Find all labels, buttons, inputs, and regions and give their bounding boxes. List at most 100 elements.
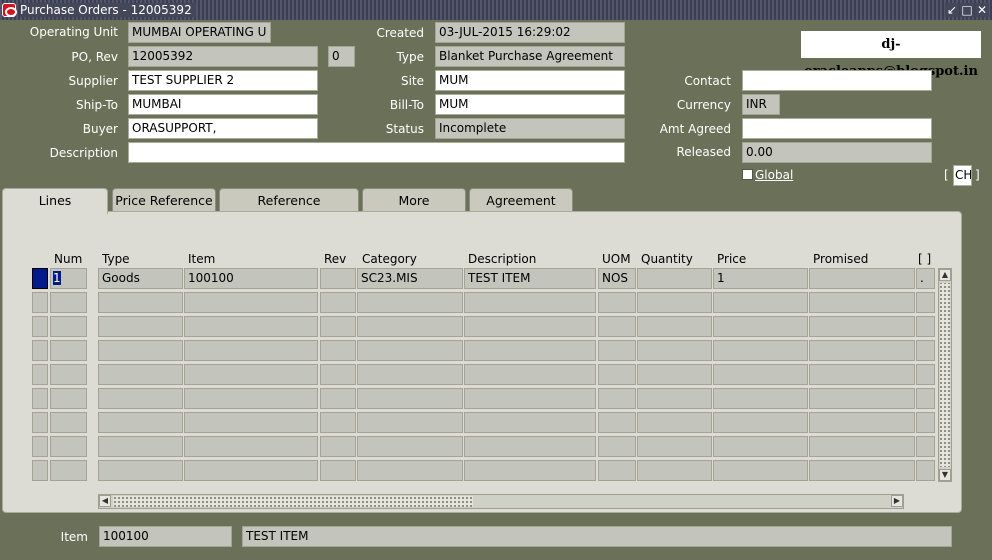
empty-cell[interactable] [916,436,935,457]
empty-cell[interactable] [184,364,318,385]
empty-cell[interactable] [98,388,183,409]
footer-item-field[interactable]: 100100 [99,526,232,547]
empty-cell[interactable] [598,316,636,337]
status-field[interactable]: Incomplete [435,118,625,139]
empty-cell[interactable] [598,436,636,457]
scroll-left-icon[interactable]: ◀ [99,495,111,507]
empty-cell[interactable] [598,292,636,313]
empty-cell[interactable] [320,292,356,313]
empty-cell[interactable] [50,436,87,457]
empty-cell[interactable] [809,340,915,361]
empty-cell[interactable] [184,412,318,433]
po-number-field[interactable]: 12005392 [128,46,318,67]
empty-cell[interactable] [809,364,915,385]
empty-cell[interactable] [713,292,808,313]
empty-cell[interactable] [98,364,183,385]
row-selector[interactable] [32,340,48,361]
row-selector[interactable] [32,460,48,481]
bill-to-field[interactable]: MUM [435,94,625,115]
empty-cell[interactable] [50,460,87,481]
empty-cell[interactable] [50,412,87,433]
empty-cell[interactable] [464,460,596,481]
released-field[interactable]: 0.00 [742,142,932,163]
empty-cell[interactable] [598,460,636,481]
cell-item[interactable]: 100100 [184,268,318,289]
horizontal-scroll-thumb[interactable] [113,496,473,507]
empty-cell[interactable] [916,316,935,337]
empty-cell[interactable] [916,412,935,433]
empty-cell[interactable] [357,364,463,385]
cell-description[interactable]: TEST ITEM [464,268,596,289]
row-selector[interactable] [32,364,48,385]
empty-cell[interactable] [464,436,596,457]
created-field[interactable]: 03-JUL-2015 16:29:02 [435,22,625,43]
site-field[interactable]: MUM [435,70,625,91]
empty-cell[interactable] [184,292,318,313]
empty-cell[interactable] [50,292,87,313]
empty-cell[interactable] [50,316,87,337]
empty-cell[interactable] [809,412,915,433]
empty-cell[interactable] [809,388,915,409]
empty-cell[interactable] [598,364,636,385]
maximize-icon[interactable]: □ [960,3,974,17]
empty-cell[interactable] [637,340,712,361]
empty-cell[interactable] [184,388,318,409]
empty-cell[interactable] [184,316,318,337]
row-selector[interactable] [32,436,48,457]
currency-field[interactable]: INR [742,94,780,115]
empty-cell[interactable] [916,364,935,385]
empty-cell[interactable] [598,340,636,361]
empty-cell[interactable] [713,316,808,337]
minimize-icon[interactable]: ↙ [945,3,959,17]
operating-unit-field[interactable]: MUMBAI OPERATING U [128,22,271,43]
empty-cell[interactable] [637,316,712,337]
row-selector[interactable] [32,388,48,409]
cell-category[interactable]: SC23.MIS [357,268,463,289]
scroll-up-icon[interactable]: ▲ [939,269,951,281]
empty-cell[interactable] [598,388,636,409]
empty-cell[interactable] [713,340,808,361]
row-selector[interactable] [32,316,48,337]
empty-cell[interactable] [357,388,463,409]
empty-cell[interactable] [464,388,596,409]
empty-cell[interactable] [320,340,356,361]
empty-cell[interactable] [916,292,935,313]
empty-cell[interactable] [357,292,463,313]
scroll-down-icon[interactable]: ▼ [939,469,951,481]
empty-cell[interactable] [713,388,808,409]
empty-cell[interactable] [809,316,915,337]
tab-more[interactable]: More [362,188,466,212]
row-selector[interactable] [32,268,48,289]
empty-cell[interactable] [320,436,356,457]
cell-rev[interactable] [320,268,356,289]
empty-cell[interactable] [98,412,183,433]
empty-cell[interactable] [320,316,356,337]
description-field[interactable] [128,142,625,163]
empty-cell[interactable] [713,460,808,481]
empty-cell[interactable] [464,292,596,313]
cell-type[interactable]: Goods [98,268,183,289]
empty-cell[interactable] [320,412,356,433]
cell-price[interactable]: 1 [713,268,808,289]
empty-cell[interactable] [916,340,935,361]
context-field[interactable]: CH [953,165,972,186]
empty-cell[interactable] [184,460,318,481]
empty-cell[interactable] [98,460,183,481]
supplier-field[interactable]: TEST SUPPLIER 2 [128,70,318,91]
empty-cell[interactable] [98,292,183,313]
footer-item-description-field[interactable]: TEST ITEM [242,526,952,547]
empty-cell[interactable] [50,340,87,361]
empty-cell[interactable] [98,436,183,457]
empty-cell[interactable] [713,436,808,457]
tab-lines-active[interactable]: Lines [2,188,108,214]
cell-uom[interactable]: NOS [598,268,636,289]
close-icon[interactable]: ✕ [975,3,989,17]
cell-extra[interactable]: . [916,268,935,289]
empty-cell[interactable] [184,436,318,457]
empty-cell[interactable] [916,460,935,481]
empty-cell[interactable] [50,364,87,385]
cell-promised[interactable] [809,268,915,289]
empty-cell[interactable] [98,316,183,337]
empty-cell[interactable] [464,412,596,433]
empty-cell[interactable] [809,436,915,457]
